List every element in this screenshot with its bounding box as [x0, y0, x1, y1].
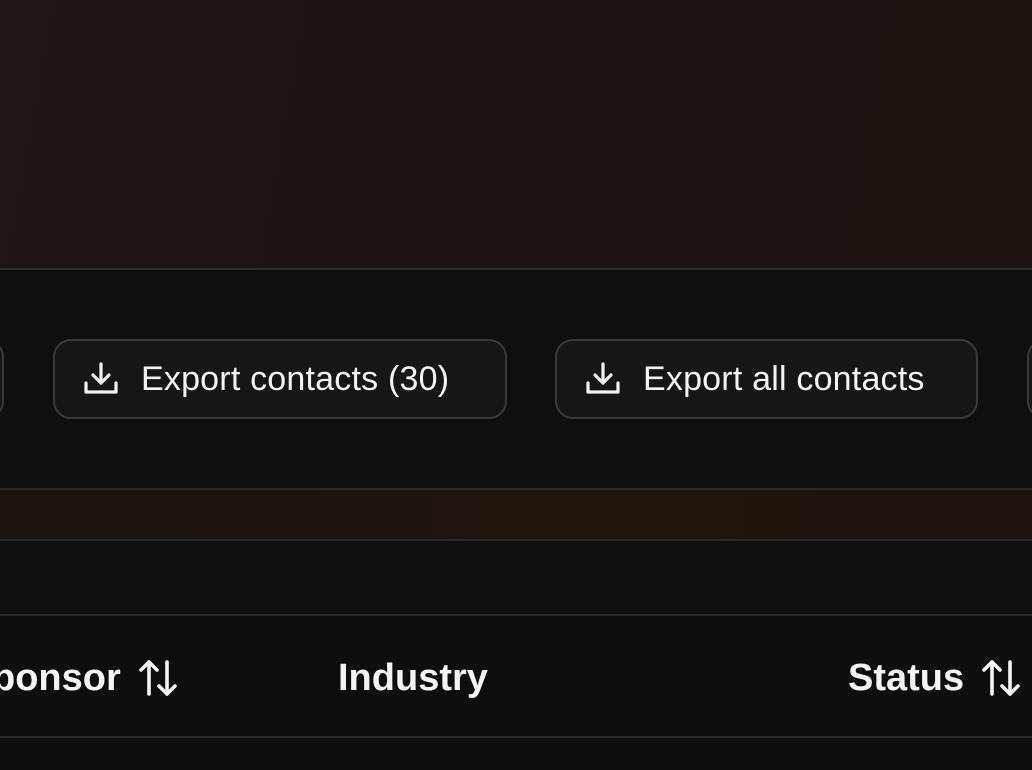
column-header-label: Industry: [338, 656, 488, 699]
column-header-label: Status: [848, 656, 965, 699]
toolbar-button-partial-right[interactable]: [1027, 339, 1032, 419]
export-all-contacts-label: Export all contacts: [643, 359, 925, 398]
table-body-area: [0, 738, 1032, 770]
column-header-sponsor[interactable]: ponsor: [0, 656, 179, 700]
export-selected-contacts-label: Export contacts (30): [141, 359, 450, 398]
download-icon: [81, 359, 121, 399]
column-header-industry[interactable]: Industry: [338, 656, 488, 700]
table-header: ponsor Industry Status: [0, 616, 1032, 736]
page: Export contacts (30) Export all contacts…: [0, 0, 1032, 770]
highlight-band: [0, 490, 1032, 539]
hero-banner: [0, 0, 1032, 268]
toolbar-button-partial-left[interactable]: [0, 339, 4, 419]
sort-arrows-icon[interactable]: [137, 658, 179, 698]
column-header-status[interactable]: Status: [848, 656, 1022, 700]
export-toolbar: Export contacts (30) Export all contacts: [0, 270, 1032, 488]
column-header-label: ponsor: [0, 656, 121, 699]
export-all-contacts-button[interactable]: Export all contacts: [555, 339, 978, 419]
sort-arrows-icon[interactable]: [980, 658, 1022, 698]
export-selected-contacts-button[interactable]: Export contacts (30): [53, 339, 507, 419]
spacer: [0, 541, 1032, 614]
download-icon: [583, 359, 623, 399]
